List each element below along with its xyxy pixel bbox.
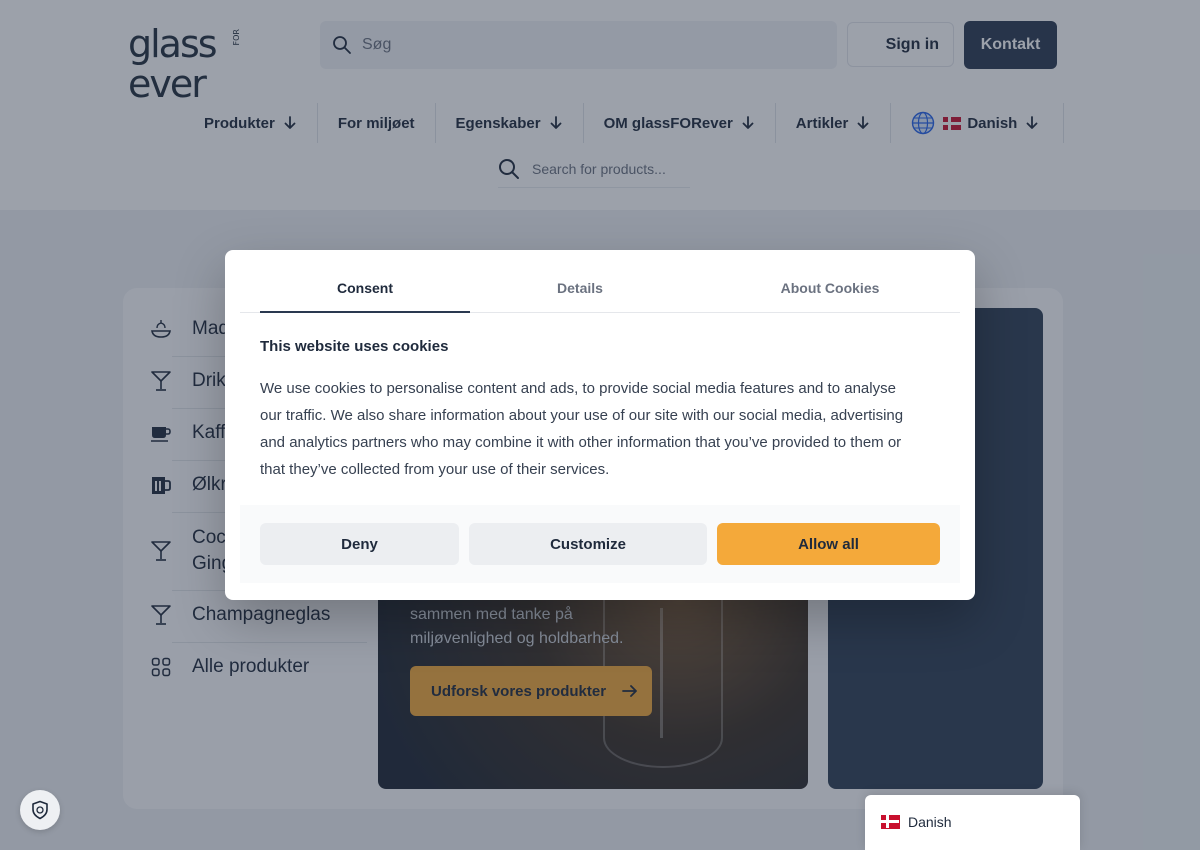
consent-tabs: Consent Details About Cookies <box>240 268 960 313</box>
danish-flag-icon <box>881 815 900 829</box>
dialog-body: We use cookies to personalise content an… <box>260 380 904 478</box>
tab-about-cookies[interactable]: About Cookies <box>720 268 940 313</box>
language-switcher-widget[interactable]: Danish <box>865 795 1080 850</box>
language-label: Danish <box>908 814 952 830</box>
allow-all-button[interactable]: Allow all <box>717 523 940 565</box>
customize-button[interactable]: Customize <box>469 523 707 565</box>
tab-details[interactable]: Details <box>490 268 670 313</box>
deny-button[interactable]: Deny <box>260 523 459 565</box>
cookie-settings-button[interactable] <box>20 790 60 830</box>
tab-consent[interactable]: Consent <box>260 268 470 313</box>
dialog-title: This website uses cookies <box>260 338 449 355</box>
shield-icon <box>32 800 48 820</box>
cookie-consent-dialog: Consent Details About Cookies This websi… <box>225 250 975 600</box>
